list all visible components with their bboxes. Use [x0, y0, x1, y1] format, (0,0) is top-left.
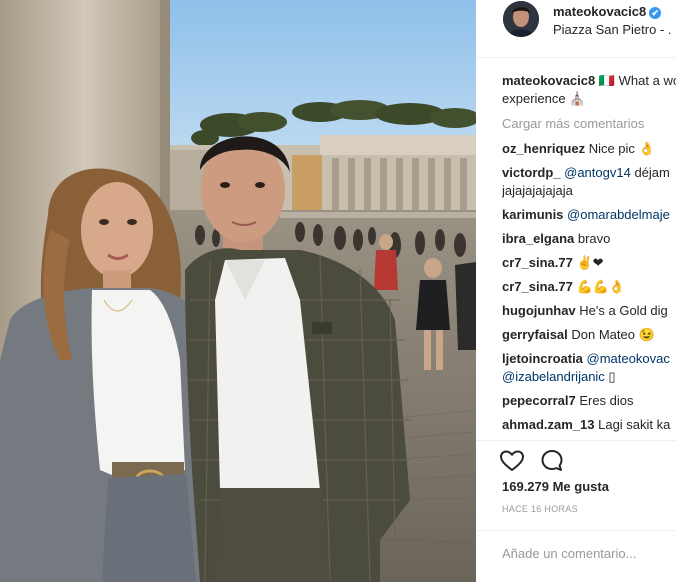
post-header: mateokovacic8 ✔ Piazza San Pietro - . — [476, 0, 676, 58]
comment-text: Lagi sakit ka — [594, 417, 671, 432]
comment-username[interactable]: ljetoincroatia — [502, 351, 583, 366]
comment-mention[interactable]: @mateokovac — [583, 351, 670, 366]
post-location[interactable]: Piazza San Pietro - . — [553, 22, 672, 37]
comment-text: He's a Gold dig — [575, 303, 668, 318]
post-photo-image — [0, 0, 476, 582]
comment-item: ibra_elgana bravo — [502, 230, 676, 248]
post-timestamp[interactable]: HACE 16 HORAS — [502, 504, 578, 514]
comment-username[interactable]: gerryfaisal — [502, 327, 568, 342]
comment-mention[interactable]: @omarabdelmaje — [563, 207, 670, 222]
comment-username[interactable]: ahmad.zam_13 — [502, 417, 595, 432]
comment-username[interactable]: mateokovacic8 — [502, 73, 595, 88]
add-comment-input[interactable] — [502, 543, 672, 563]
comment-text: bravo — [574, 231, 611, 246]
heart-icon[interactable] — [498, 447, 526, 475]
comment-username[interactable]: oz_henriquez — [502, 141, 585, 156]
comment-username[interactable]: victordp_ — [502, 165, 561, 180]
comment-bubble-icon[interactable] — [538, 447, 566, 475]
comment-continued: jajajajajajaja — [502, 183, 573, 198]
comment-text: 💪💪👌 — [572, 279, 626, 294]
comment-mention[interactable]: @izabelandrijanic — [502, 369, 605, 384]
comment-item: hugojunhav He's a Gold dig — [502, 302, 676, 320]
caption-continued: experience ⛪ — [502, 91, 586, 106]
comment-username[interactable]: hugojunhav — [502, 303, 576, 318]
comment-username[interactable]: ibra_elgana — [502, 231, 574, 246]
comment-item: oz_henriquez Nice pic 👌 — [502, 140, 676, 158]
comments-list: mateokovacic8 🇮🇹 What a wo experience ⛪ … — [502, 72, 676, 434]
comment-item: pepecorral7 Eres dios — [502, 392, 676, 410]
add-comment-section — [476, 530, 676, 582]
comment-text: 🇮🇹 What a wo — [595, 73, 676, 88]
avatar-image — [503, 1, 539, 37]
post-photo[interactable] — [0, 0, 476, 582]
comment-text: déjam — [630, 165, 670, 180]
comment-username[interactable]: cr7_sina.77 — [502, 279, 573, 294]
load-more-comments-link[interactable]: Cargar más comentarios — [502, 115, 676, 133]
post-actions: 169.279 Me gusta HACE 16 HORAS — [476, 440, 676, 530]
comment-text: Nice pic 👌 — [585, 141, 655, 156]
comment-text: Don Mateo 😉 — [567, 327, 655, 342]
likes-count[interactable]: 169.279 Me gusta — [502, 479, 609, 494]
post-side-panel: mateokovacic8 ✔ Piazza San Pietro - . mat… — [476, 0, 676, 582]
comment-item: gerryfaisal Don Mateo 😉 — [502, 326, 676, 344]
comment-item: cr7_sina.77 💪💪👌 — [502, 278, 676, 296]
comment-item: karimunis @omarabdelmaje — [502, 206, 676, 224]
comment-item: cr7_sina.77 ✌️❤ — [502, 254, 676, 272]
caption: mateokovacic8 🇮🇹 What a wo — [502, 72, 676, 90]
comment-continued: @izabelandrijanic ▯ — [502, 368, 676, 386]
comment-item: ahmad.zam_13 Lagi sakit ka — [502, 416, 676, 434]
comment-text: ✌️❤ — [572, 255, 604, 270]
comment-username[interactable]: cr7_sina.77 — [502, 255, 573, 270]
comment-text: Eres dios — [575, 393, 634, 408]
post-author[interactable]: mateokovacic8 ✔ — [553, 4, 662, 19]
avatar[interactable] — [503, 1, 539, 37]
comment-username[interactable]: karimunis — [502, 207, 563, 222]
post-author-username[interactable]: mateokovacic8 — [553, 4, 646, 19]
verified-badge-icon: ✔ — [649, 7, 662, 19]
comment-text: ▯ — [604, 369, 616, 384]
comment-mention[interactable]: @antogv14 — [561, 165, 631, 180]
comment-item: ljetoincroatia @mateokovac — [502, 350, 676, 368]
comment-username[interactable]: pepecorral7 — [502, 393, 576, 408]
comment-item: victordp_ @antogv14 déjam — [502, 164, 676, 182]
